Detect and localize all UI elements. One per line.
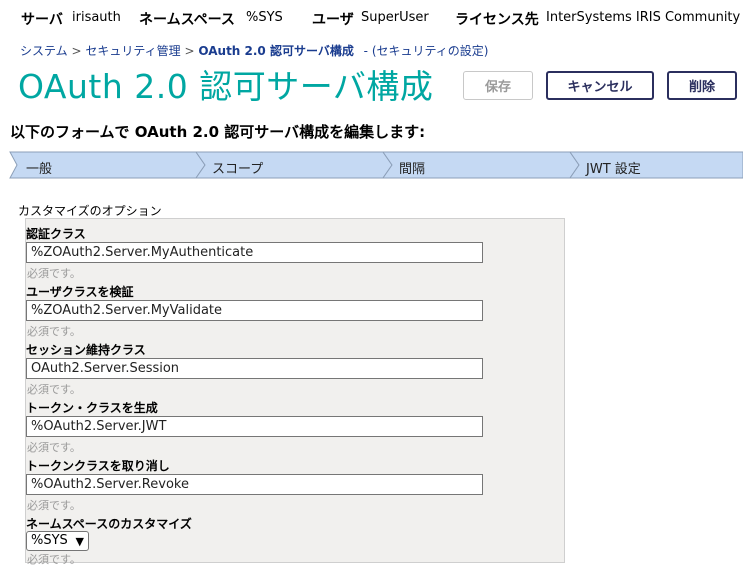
- breadcrumb-separator: >: [71, 44, 82, 58]
- authenticate-class-input[interactable]: %ZOAuth2.Server.MyAuthenticate: [26, 242, 483, 263]
- customization-namespace-select[interactable]: %SYS ▼: [26, 531, 89, 551]
- namespace-value: %SYS: [246, 10, 283, 25]
- header-bar: サーバ irisauth ネームスペース %SYS ユーザ SuperUser …: [0, 0, 743, 36]
- chevron-down-icon: ▼: [75, 535, 84, 548]
- generate-token-class-input[interactable]: %OAuth2.Server.JWT: [26, 416, 483, 437]
- section-title: カスタマイズのオプション: [18, 204, 162, 218]
- tab-general[interactable]: 一般: [26, 158, 52, 177]
- breadcrumb-system[interactable]: システム: [20, 44, 68, 58]
- delete-button[interactable]: 削除: [667, 71, 737, 100]
- session-class-input[interactable]: OAuth2.Server.Session: [26, 358, 483, 379]
- tab-bar: 一般 スコープ 間隔 JWT 設定: [0, 151, 743, 179]
- user-label: ユーザ: [312, 12, 354, 28]
- user-value: SuperUser: [361, 10, 429, 25]
- customization-namespace-label: ネームスペースのカスタマイズ: [26, 517, 192, 531]
- required-hint: 必須です。: [27, 553, 81, 566]
- page-title: OAuth 2.0 認可サーバ構成: [18, 67, 434, 106]
- tab-interval[interactable]: 間隔: [399, 158, 425, 177]
- revoke-token-class-label: トークンクラスを取り消し: [26, 459, 170, 473]
- save-button[interactable]: 保存: [463, 71, 533, 100]
- tab-scope[interactable]: スコープ: [212, 158, 263, 177]
- server-label: サーバ: [21, 12, 63, 28]
- session-class-label: セッション維持クラス: [26, 343, 146, 357]
- breadcrumb-security[interactable]: セキュリティ管理: [85, 44, 180, 58]
- validate-user-class-label: ユーザクラスを検証: [26, 285, 134, 299]
- cancel-button[interactable]: キャンセル: [546, 71, 654, 100]
- generate-token-class-label: トークン・クラスを生成: [26, 401, 158, 415]
- breadcrumb-suffix: - (セキュリティの設定): [363, 44, 489, 58]
- license-value: InterSystems IRIS Community: [546, 10, 741, 25]
- required-hint: 必須です。: [27, 383, 81, 396]
- required-hint: 必須です。: [27, 267, 81, 280]
- required-hint: 必須です。: [27, 325, 81, 338]
- customization-namespace-value: %SYS: [31, 533, 68, 548]
- breadcrumb-separator: >: [184, 44, 195, 58]
- required-hint: 必須です。: [27, 441, 81, 454]
- breadcrumb: システム > セキュリティ管理 > OAuth 2.0 認可サーバ構成 - (セ…: [20, 42, 488, 59]
- server-value: irisauth: [72, 10, 121, 25]
- license-label: ライセンス先: [455, 12, 539, 28]
- revoke-token-class-input[interactable]: %OAuth2.Server.Revoke: [26, 474, 483, 495]
- validate-user-class-input[interactable]: %ZOAuth2.Server.MyValidate: [26, 300, 483, 321]
- namespace-label: ネームスペース: [139, 12, 235, 28]
- required-hint: 必須です。: [27, 499, 81, 512]
- authenticate-class-label: 認証クラス: [26, 227, 86, 241]
- tab-jwt-settings[interactable]: JWT 設定: [586, 158, 641, 177]
- customization-panel: [25, 218, 565, 563]
- breadcrumb-current: OAuth 2.0 認可サーバ構成: [198, 44, 354, 58]
- form-description: 以下のフォームで OAuth 2.0 認可サーバ構成を編集します:: [10, 123, 426, 141]
